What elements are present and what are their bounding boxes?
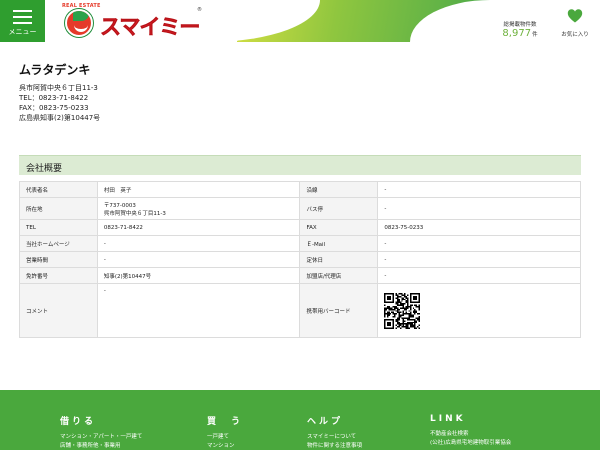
table-key: 所在地 [19, 197, 98, 220]
company-name: ムラタデンキ [19, 63, 91, 77]
postal-code: 〒737-0003 [103, 202, 136, 209]
table-key: 加盟店/代理店 [299, 267, 379, 284]
logo-mark-icon [65, 9, 93, 37]
section-header: 会社概要 [19, 155, 581, 175]
table-key: バス停 [299, 197, 379, 220]
logo-tag: REAL ESTATE [62, 3, 101, 9]
company-address: 呉市阿賀中央６丁目11-3 [19, 84, 98, 92]
table-value: - [377, 197, 581, 220]
qr-code-icon[interactable] [384, 292, 421, 329]
footer-rent: 借りる マンション・アパート・一戸建て 店舗・事務所他・事業用 [60, 414, 142, 450]
listing-count: 総掲載物件数 8,977件 [490, 0, 550, 42]
table-key: 沿線 [299, 181, 379, 198]
logo-registered-mark: ® [197, 7, 202, 13]
site-footer: 借りる マンション・アパート・一戸建て 店舗・事務所他・事業用 買 う 一戸建て… [0, 390, 600, 450]
street-address: 呉市阿賀中央６丁目11-3 [103, 210, 166, 217]
favorites-button[interactable]: お気に入り [550, 0, 600, 42]
table-row: 免許番号 知事(2)第10447号 加盟店/代理店 - [19, 267, 581, 284]
menu-button[interactable]: メニュー [0, 0, 45, 42]
table-row: TEL 0823-71-8422 FAX 0823-75-0233 [19, 219, 581, 236]
table-row: 当社ホームページ - Ｅ-Mail - [19, 235, 581, 252]
section-title: 会社概要 [26, 164, 63, 174]
footer-buy-title: 買 う [207, 417, 244, 427]
company-overview-table: 代表者名 村田 英子 沿線 - 所在地 〒737-0003 呉市阿賀中央６丁目1… [19, 181, 581, 338]
table-row: コメント - 携帯用バーコード [19, 283, 581, 338]
table-key: Ｅ-Mail [299, 235, 379, 252]
table-value: - [377, 267, 581, 284]
table-key: 当社ホームページ [19, 235, 98, 252]
table-value: - [96, 235, 301, 252]
footer-link[interactable]: (公社)広島県宅地建物取引業協会 [430, 439, 511, 448]
footer-help: ヘルプ スマイミーについて 物件に関する注意事項 [307, 414, 362, 450]
footer-link-title: LINK [430, 414, 466, 424]
table-key: コメント [19, 283, 98, 338]
table-value: 村田 英子 [96, 181, 301, 198]
hamburger-icon [13, 10, 32, 28]
footer-link[interactable]: スマイミーについて [307, 433, 362, 442]
table-value: - [377, 181, 581, 198]
table-value: 知事(2)第10447号 [96, 267, 301, 284]
company-fax: FAX：0823-75-0233 [19, 104, 89, 112]
footer-link[interactable]: マンション [207, 442, 243, 450]
table-key: 営業時間 [19, 251, 98, 268]
table-row: 所在地 〒737-0003 呉市阿賀中央６丁目11-3 バス停 - [19, 197, 581, 220]
company-tel: TEL：0823-71-8422 [19, 94, 89, 102]
footer-help-title: ヘルプ [307, 417, 344, 427]
table-row: 営業時間 - 定休日 - [19, 251, 581, 268]
table-value: 0823-75-0233 [377, 219, 581, 236]
table-value: - [96, 251, 301, 268]
table-key: 免許番号 [19, 267, 98, 284]
table-value: - [377, 251, 581, 268]
site-header: メニュー REAL ESTATE スマイミー ® 総掲載物件数 8,977件 お… [0, 0, 600, 42]
footer-link-section: LINK 不動産会社検索 (公社)広島県宅地建物取引業協会 [430, 414, 511, 448]
logo-text: スマイミー [100, 15, 201, 40]
header-decoration [210, 0, 490, 42]
table-key: 代表者名 [19, 181, 98, 198]
footer-link[interactable]: マンション・アパート・一戸建て [60, 433, 142, 442]
site-logo[interactable]: REAL ESTATE スマイミー ® [60, 3, 210, 39]
company-info: 呉市阿賀中央６丁目11-3 TEL：0823-71-8422 FAX：0823-… [19, 83, 100, 123]
footer-link[interactable]: 一戸建て [207, 433, 243, 442]
company-license: 広島県知事(2)第10447号 [19, 114, 101, 122]
listing-count-value: 8,977件 [502, 28, 538, 39]
footer-buy: 買 う 一戸建て マンション [207, 414, 243, 450]
favorites-label: お気に入り [561, 32, 589, 38]
table-value: - [96, 283, 301, 338]
footer-link[interactable]: 不動産会社検索 [430, 430, 511, 439]
menu-label: メニュー [8, 28, 37, 36]
table-value: 0823-71-8422 [96, 219, 301, 236]
table-value-address: 〒737-0003 呉市阿賀中央６丁目11-3 [96, 197, 301, 220]
table-key: FAX [299, 219, 379, 236]
qr-code-cell [377, 283, 581, 338]
table-value: - [377, 235, 581, 252]
footer-link[interactable]: 店舗・事務所他・事業用 [60, 442, 142, 450]
table-key: 定休日 [299, 251, 379, 268]
heart-icon [567, 9, 583, 23]
table-key: TEL [19, 219, 98, 236]
listing-count-label: 総掲載物件数 [503, 22, 537, 28]
footer-rent-title: 借りる [60, 417, 97, 427]
table-key: 携帯用バーコード [299, 283, 379, 338]
table-row: 代表者名 村田 英子 沿線 - [19, 181, 581, 198]
footer-link[interactable]: 物件に関する注意事項 [307, 442, 362, 450]
